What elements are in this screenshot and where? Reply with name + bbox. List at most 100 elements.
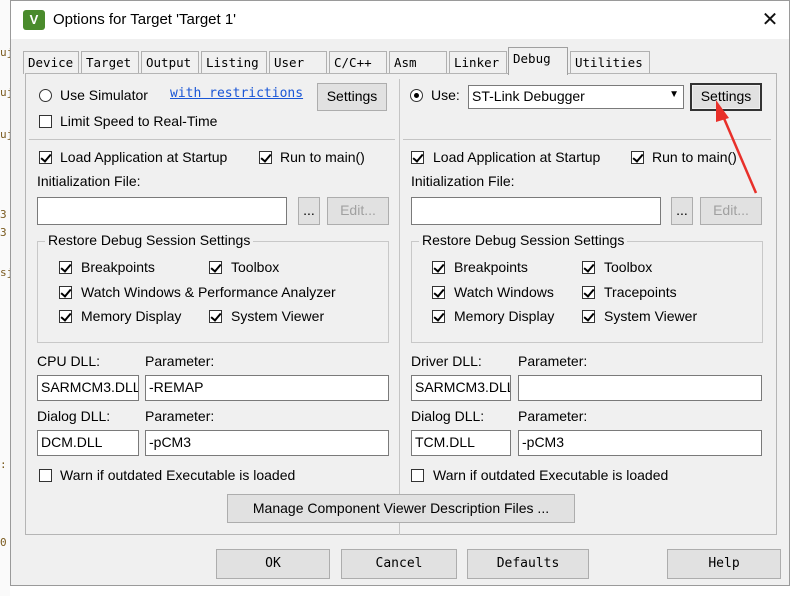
defaults-button[interactable]: Defaults <box>467 549 589 579</box>
run-to-main-checkbox[interactable] <box>631 151 644 164</box>
watch-windows-label: Watch Windows & Performance Analyzer <box>81 284 336 300</box>
dialog-dll-label: Dialog DLL: <box>411 408 485 424</box>
background-text: 3 <box>0 208 7 221</box>
toolbox-checkbox[interactable] <box>582 261 595 274</box>
use-simulator-radio[interactable] <box>39 89 52 102</box>
ok-button[interactable]: OK <box>216 549 330 579</box>
tab-linker[interactable]: Linker <box>449 51 507 74</box>
warn-outdated-checkbox[interactable] <box>39 469 52 482</box>
system-viewer-checkbox[interactable] <box>582 310 595 323</box>
init-file-label: Initialization File: <box>37 173 141 189</box>
load-application-label: Load Application at Startup <box>60 149 228 165</box>
debugger-select-value: ST-Link Debugger <box>472 88 585 104</box>
toolbox-label: Toolbox <box>604 259 653 275</box>
background-editor-strip: uj uj uj 3 3 sj : 0 <box>0 0 13 596</box>
dialog-parameter-input[interactable]: -pCM3 <box>145 430 389 456</box>
memory-display-checkbox[interactable] <box>432 310 445 323</box>
browse-button[interactable]: ... <box>671 197 693 225</box>
dialog-parameter-label: Parameter: <box>145 408 215 424</box>
breakpoints-checkbox[interactable] <box>59 261 72 274</box>
debugger-settings-button[interactable]: Settings <box>690 83 762 111</box>
manage-component-viewer-button[interactable]: Manage Component Viewer Description File… <box>227 494 575 523</box>
driver-dll-label: Driver DLL: <box>411 353 482 369</box>
warn-outdated-checkbox[interactable] <box>411 469 424 482</box>
simulator-settings-button[interactable]: Settings <box>317 83 387 111</box>
system-viewer-label: System Viewer <box>604 308 698 324</box>
driver-dll-input[interactable]: SARMCM3.DLL <box>411 375 511 401</box>
dialog-dll-input[interactable]: DCM.DLL <box>37 430 139 456</box>
chevron-down-icon: ▼ <box>669 89 679 100</box>
load-application-checkbox[interactable] <box>39 151 52 164</box>
use-simulator-label[interactable]: Use Simulator <box>60 87 148 103</box>
tab-label: Listing <box>206 55 259 70</box>
warn-outdated-label: Warn if outdated Executable is loaded <box>433 467 669 483</box>
top-separator-right <box>403 139 771 140</box>
memory-display-label: Memory Display <box>81 308 182 324</box>
tab-debug[interactable]: Debug <box>508 47 568 75</box>
run-to-main-checkbox[interactable] <box>259 151 272 164</box>
tracepoints-checkbox[interactable] <box>582 286 595 299</box>
tab-label: Asm <box>394 55 417 70</box>
init-file-input[interactable] <box>411 197 661 225</box>
with-restrictions-link[interactable]: with restrictions <box>170 86 303 101</box>
tab-target[interactable]: Target <box>81 51 139 74</box>
tab-utilities[interactable]: Utilities <box>570 51 650 74</box>
watch-windows-checkbox[interactable] <box>432 286 445 299</box>
use-debugger-radio[interactable] <box>410 89 423 102</box>
restore-group-title: Restore Debug Session Settings <box>45 232 254 248</box>
cancel-button[interactable]: Cancel <box>341 549 457 579</box>
close-icon[interactable]: ✕ <box>755 5 785 35</box>
init-file-input[interactable] <box>37 197 287 225</box>
load-application-label: Load Application at Startup <box>433 149 601 165</box>
tab-label: Output <box>146 55 192 70</box>
restore-group-title: Restore Debug Session Settings <box>419 232 628 248</box>
memory-display-label: Memory Display <box>454 308 555 324</box>
tab-asm[interactable]: Asm <box>389 51 447 74</box>
breakpoints-label: Breakpoints <box>81 259 155 275</box>
run-to-main-label: Run to main() <box>652 149 737 165</box>
tab-label: Target <box>86 55 132 70</box>
browse-button[interactable]: ... <box>298 197 320 225</box>
edit-button[interactable]: Edit... <box>327 197 389 225</box>
help-button[interactable]: Help <box>667 549 781 579</box>
watch-windows-checkbox[interactable] <box>59 286 72 299</box>
tab-label: Linker <box>454 55 500 70</box>
warn-outdated-label: Warn if outdated Executable is loaded <box>60 467 296 483</box>
tab-device[interactable]: Device <box>23 51 79 74</box>
edit-button[interactable]: Edit... <box>700 197 762 225</box>
tab-label: Debug <box>513 51 551 66</box>
background-text: 0 <box>0 536 7 549</box>
cpu-dll-input[interactable]: SARMCM3.DLL <box>37 375 139 401</box>
use-label[interactable]: Use: <box>431 87 460 103</box>
dialog-parameter-input[interactable]: -pCM3 <box>518 430 762 456</box>
tab-output[interactable]: Output <box>141 51 199 74</box>
tab-c-cpp[interactable]: C/C++ <box>329 51 387 74</box>
options-dialog: V Options for Target 'Target 1' ✕ Device… <box>10 0 790 586</box>
dialog-title: Options for Target 'Target 1' <box>53 11 237 28</box>
system-viewer-checkbox[interactable] <box>209 310 222 323</box>
breakpoints-label: Breakpoints <box>454 259 528 275</box>
tab-user[interactable]: User <box>269 51 327 74</box>
driver-parameter-input[interactable] <box>518 375 762 401</box>
dialog-dll-label: Dialog DLL: <box>37 408 111 424</box>
tab-label: C/C++ <box>334 55 372 70</box>
keil-uvision-icon: V <box>23 10 45 30</box>
background-text: : <box>0 458 7 471</box>
breakpoints-checkbox[interactable] <box>432 261 445 274</box>
dialog-parameter-label: Parameter: <box>518 408 588 424</box>
load-application-checkbox[interactable] <box>411 151 424 164</box>
limit-speed-checkbox[interactable] <box>39 115 52 128</box>
debugger-select[interactable]: ST-Link Debugger ▼ <box>468 85 684 109</box>
memory-display-checkbox[interactable] <box>59 310 72 323</box>
cpu-parameter-input[interactable]: -REMAP <box>145 375 389 401</box>
top-separator-left <box>29 139 395 140</box>
driver-parameter-label: Parameter: <box>518 353 588 369</box>
cpu-parameter-label: Parameter: <box>145 353 215 369</box>
system-viewer-label: System Viewer <box>231 308 325 324</box>
toolbox-checkbox[interactable] <box>209 261 222 274</box>
tab-listing[interactable]: Listing <box>201 51 267 74</box>
dialog-dll-input[interactable]: TCM.DLL <box>411 430 511 456</box>
tab-label: Utilities <box>575 55 643 70</box>
init-file-label: Initialization File: <box>411 173 515 189</box>
title-bar[interactable]: V Options for Target 'Target 1' ✕ <box>11 1 789 39</box>
